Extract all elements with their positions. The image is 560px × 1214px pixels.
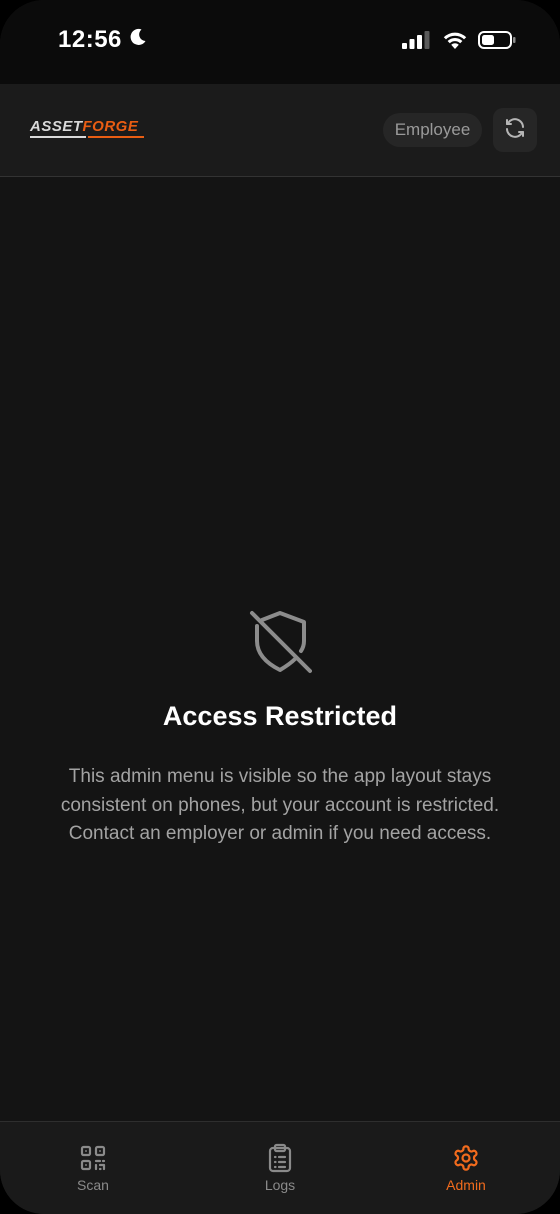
nav-label-admin: Admin — [446, 1177, 486, 1193]
main-content: Access Restricted This admin menu is vis… — [0, 177, 560, 1121]
logo-underline — [30, 136, 144, 138]
logo-text-forge: FORGE — [82, 118, 139, 135]
role-badge: Employee — [383, 113, 482, 147]
qr-code-icon — [79, 1144, 107, 1172]
nav-item-admin[interactable]: Admin — [373, 1122, 559, 1214]
access-restricted-message: This admin menu is visible so the app la… — [60, 766, 500, 844]
nav-item-scan[interactable]: Scan — [0, 1122, 186, 1214]
access-restricted-title: Access Restricted — [162, 701, 398, 731]
wifi-icon — [442, 30, 468, 55]
moon-icon — [128, 26, 148, 54]
cellular-signal-icon — [402, 31, 432, 54]
assetforge-logo[interactable]: ASSETFORGE — [30, 118, 138, 135]
nav-label-scan: Scan — [77, 1177, 109, 1193]
gear-icon — [452, 1144, 480, 1172]
nav-item-logs[interactable]: Logs — [187, 1122, 373, 1214]
status-time-group: 12:56 — [58, 26, 148, 54]
logo-text-asset: ASSET — [30, 118, 83, 135]
clipboard-list-icon — [267, 1143, 293, 1173]
battery-icon — [478, 30, 516, 55]
app-screen: 12:56 ASSETFORGE Employee Access Restric… — [0, 0, 560, 1214]
refresh-icon — [503, 116, 527, 145]
status-bar: 12:56 — [0, 0, 560, 84]
bottom-nav: Scan Logs Admin — [0, 1121, 560, 1214]
status-icons — [402, 30, 516, 55]
status-time: 12:56 — [58, 26, 122, 53]
refresh-button[interactable] — [493, 108, 537, 152]
nav-label-logs: Logs — [264, 1177, 296, 1193]
shield-off-icon — [248, 609, 312, 680]
